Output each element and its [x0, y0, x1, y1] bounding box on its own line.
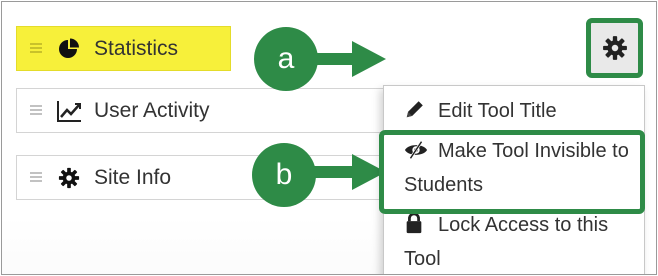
drag-handle-icon[interactable] [30, 172, 42, 183]
tool-settings-button[interactable] [586, 18, 643, 78]
tool-row-user-activity[interactable]: User Activity [16, 88, 388, 133]
callout-arrow-a [308, 41, 386, 77]
panel-bottom-edge [2, 216, 384, 274]
menu-item-label: Edit Tool Title [438, 100, 557, 122]
tools-panel: Statistics User Activity Site Info a b E… [1, 1, 657, 275]
menu-item-label: Lock Access to this Tool [404, 214, 609, 270]
line-chart-icon [56, 98, 82, 124]
gear-icon [602, 36, 627, 60]
pencil-icon [404, 98, 428, 130]
callout-arrow-b [308, 154, 386, 190]
menu-item-edit-title[interactable]: Edit Tool Title [404, 96, 557, 130]
menu-item-lock-access[interactable]: Lock Access to this Tool [404, 210, 636, 274]
drag-handle-icon[interactable] [30, 105, 42, 116]
tool-label-site-info: Site Info [94, 165, 172, 189]
tool-row-statistics[interactable]: Statistics [16, 26, 231, 71]
gear-icon [56, 165, 82, 191]
drag-handle-icon[interactable] [30, 43, 42, 54]
tool-label-statistics: Statistics [94, 36, 179, 60]
pie-chart-icon [56, 36, 82, 62]
tool-label-user-activity: User Activity [94, 98, 210, 122]
lock-icon [404, 212, 428, 244]
callout-box-make-invisible [379, 130, 645, 214]
callout-step-b: b [252, 143, 316, 207]
